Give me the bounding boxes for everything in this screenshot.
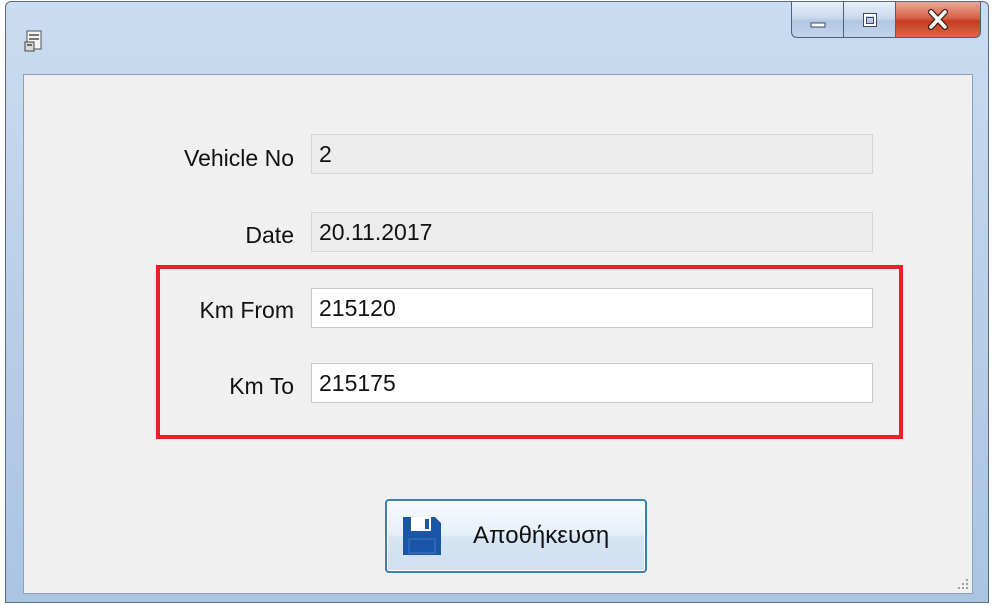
km-from-input[interactable]: 215120	[311, 288, 873, 328]
resize-grip-icon[interactable]	[956, 577, 970, 591]
close-icon	[928, 8, 948, 30]
caption-buttons	[791, 2, 981, 40]
km-to-input[interactable]: 215175	[311, 363, 873, 403]
date-label: Date	[245, 222, 294, 248]
maximize-icon	[862, 12, 877, 27]
app-window: Vehicle No 2 Date 20.11.2017 Km From 215…	[5, 1, 989, 603]
title-bar[interactable]	[6, 2, 988, 74]
app-icon[interactable]	[24, 30, 44, 52]
maximize-button[interactable]	[843, 2, 895, 38]
minimize-button[interactable]	[791, 2, 843, 38]
save-button-label: Αποθήκευση	[473, 522, 610, 549]
floppy-disk-icon	[403, 517, 441, 555]
form-panel: Vehicle No 2 Date 20.11.2017 Km From 215…	[23, 74, 973, 594]
vehicle-no-field[interactable]: 2	[311, 134, 873, 174]
minimize-icon	[810, 22, 825, 27]
date-field[interactable]: 20.11.2017	[311, 212, 873, 252]
km-from-label: Km From	[199, 297, 294, 323]
km-to-label: Km To	[229, 373, 294, 399]
save-button[interactable]: Αποθήκευση	[385, 499, 647, 573]
vehicle-no-label: Vehicle No	[184, 145, 294, 171]
close-button[interactable]	[895, 2, 981, 38]
